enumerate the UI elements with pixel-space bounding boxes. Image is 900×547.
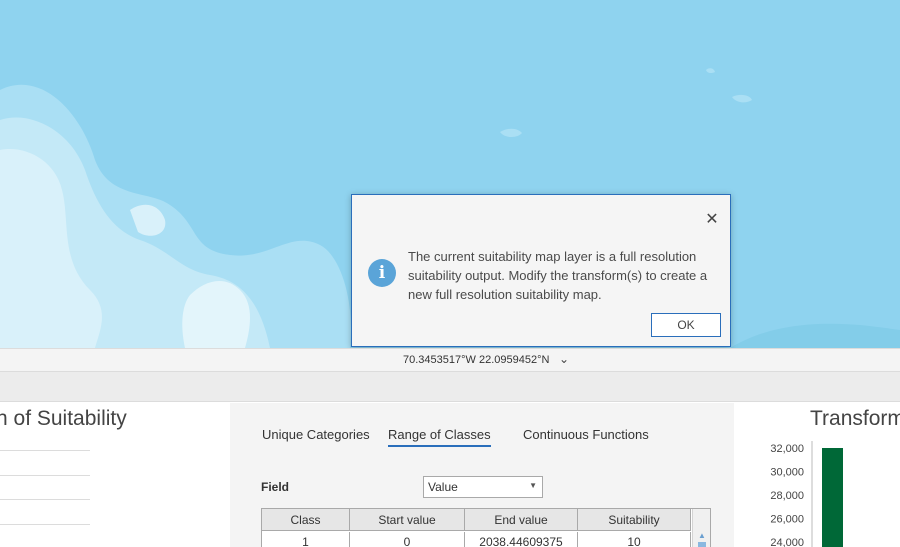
field-select-value: Value bbox=[428, 480, 458, 494]
panel-title: n of Suitability bbox=[0, 407, 127, 430]
y-tick-label: 30,000 bbox=[770, 467, 804, 479]
field-select[interactable]: Value ▼ bbox=[423, 476, 543, 498]
classes-table: Class Start value End value Suitability … bbox=[261, 508, 711, 547]
info-icon: i bbox=[368, 259, 396, 287]
chart-bar[interactable] bbox=[822, 448, 843, 547]
island-3 bbox=[706, 68, 715, 74]
table-cell[interactable]: 0 bbox=[350, 532, 465, 547]
transform-chart: 32,000 30,000 28,000 26,000 24,000 bbox=[770, 441, 843, 547]
scroll-up-icon[interactable]: ▲ bbox=[698, 531, 706, 540]
coordinate-bar: 70.3453517°W 22.0959452°N ⌄ bbox=[0, 348, 900, 372]
coordinate-readout: 70.3453517°W 22.0959452°N bbox=[403, 354, 550, 366]
island-2 bbox=[732, 94, 752, 103]
dialog-message: The current suitability map layer is a f… bbox=[408, 249, 708, 302]
column-header-class[interactable]: Class bbox=[262, 509, 350, 531]
dropdown-arrow-icon: ▼ bbox=[529, 481, 537, 490]
close-icon[interactable]: ✕ bbox=[704, 212, 720, 228]
list-divider bbox=[0, 499, 90, 500]
tab-continuous-functions[interactable]: Continuous Functions bbox=[523, 427, 649, 442]
y-tick-label: 24,000 bbox=[770, 537, 804, 547]
coast-lower-right bbox=[730, 323, 900, 348]
column-header-start-value[interactable]: Start value bbox=[350, 509, 465, 531]
list-divider bbox=[0, 450, 90, 451]
y-tick-label: 32,000 bbox=[770, 443, 804, 455]
ok-button[interactable]: OK bbox=[651, 313, 721, 337]
y-tick-label: 28,000 bbox=[770, 490, 804, 502]
tab-range-of-classes[interactable]: Range of Classes bbox=[388, 427, 491, 447]
table-cell[interactable]: 2038.44609375 bbox=[465, 532, 578, 547]
table-cell[interactable]: 10 bbox=[578, 532, 691, 547]
info-dialog: ✕ i The current suitability map layer is… bbox=[351, 194, 731, 347]
transform-settings-panel: Unique Categories Range of Classes Conti… bbox=[230, 403, 734, 547]
y-tick-label: 26,000 bbox=[770, 514, 804, 526]
tab-unique-categories[interactable]: Unique Categories bbox=[262, 427, 370, 442]
list-divider bbox=[0, 524, 90, 525]
field-label: Field bbox=[261, 480, 290, 494]
transform-chart-panel: Transform 32,000 30,000 28,000 26,000 24,000 bbox=[734, 403, 900, 547]
list-divider bbox=[0, 475, 90, 476]
island-1 bbox=[500, 128, 522, 137]
scroll-thumb[interactable] bbox=[698, 542, 706, 547]
column-header-end-value[interactable]: End value bbox=[465, 509, 578, 531]
column-header-suitability[interactable]: Suitability bbox=[578, 509, 691, 531]
panel-toolbar-strip bbox=[0, 372, 900, 402]
suitability-panel: n of Suitability bbox=[0, 403, 230, 547]
chevron-down-icon[interactable]: ⌄ bbox=[559, 352, 569, 366]
table-cell[interactable]: 1 bbox=[262, 532, 350, 547]
table-scrollbar[interactable]: ▲ bbox=[692, 509, 710, 547]
